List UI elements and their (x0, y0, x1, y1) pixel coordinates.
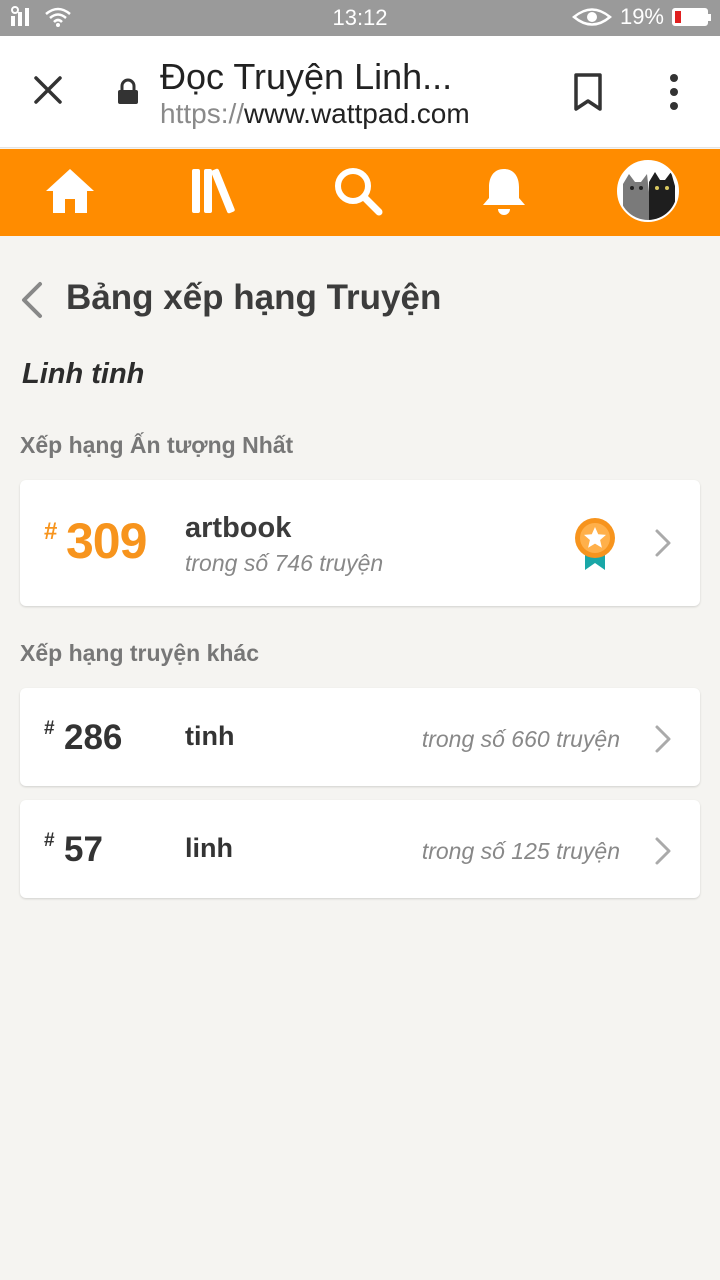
page-header: Bảng xếp hạng Truyện (0, 270, 720, 330)
featured-section-label: Xếp hạng Ấn tượng Nhất (20, 432, 294, 458)
award-ribbon-icon (575, 518, 615, 570)
lock-icon (118, 78, 138, 104)
rank-total: trong số 125 truyện (421, 838, 620, 864)
nav-notifications[interactable] (472, 161, 536, 221)
category-title: Linh tinh (22, 358, 145, 390)
tag-name: tinh (185, 721, 235, 751)
home-icon (46, 169, 94, 213)
rank-number: 309 (66, 513, 147, 569)
browser-toolbar: Đọc Truyện Linh... https://www.wattpad.c… (0, 36, 720, 148)
eye-comfort-icon (571, 8, 612, 26)
app-nav-bar (0, 149, 720, 236)
back-chevron-icon[interactable] (18, 280, 46, 320)
nav-home[interactable] (38, 161, 102, 221)
rank-hash: # (44, 518, 58, 545)
library-icon (192, 168, 235, 214)
nav-library[interactable] (182, 161, 246, 221)
status-bar: 13:12 19% (0, 0, 720, 36)
battery-percent: 19% (619, 4, 664, 29)
nav-search[interactable] (326, 161, 390, 221)
chevron-right-icon (655, 837, 671, 865)
other-section-label: Xếp hạng truyện khác (20, 640, 260, 666)
rank-hash: # (44, 718, 55, 739)
rank-number: 286 (64, 718, 123, 757)
rank-card[interactable]: # 286 tinh trong số 660 truyện (20, 688, 700, 786)
rank-total: trong số 660 truyện (421, 726, 620, 752)
page-title-bar: Đọc Truyện Linh... (160, 56, 453, 97)
featured-rank-card[interactable]: # 309 artbook trong số 746 truyện (20, 480, 700, 606)
url-scheme: https:// (160, 98, 245, 129)
profile-avatar (617, 160, 679, 222)
url-host: www.wattpad.com (244, 98, 470, 129)
more-vert-icon[interactable] (664, 72, 684, 112)
url-text[interactable]: https://www.wattpad.com (160, 98, 470, 130)
bookmark-icon[interactable] (570, 72, 606, 112)
rank-hash: # (44, 830, 55, 851)
avatar-image (619, 162, 677, 220)
chevron-right-icon (655, 725, 671, 753)
tag-name: linh (185, 833, 233, 863)
battery-icon (672, 8, 711, 26)
rank-card[interactable]: # 57 linh trong số 125 truyện (20, 800, 700, 898)
rank-total: trong số 746 truyện (185, 550, 384, 576)
page-title: Bảng xếp hạng Truyện (66, 278, 442, 317)
battery-fill (675, 11, 681, 23)
close-icon[interactable] (28, 70, 68, 110)
search-icon (335, 168, 383, 216)
status-right: 19% (571, 4, 711, 30)
rank-number: 57 (64, 830, 103, 869)
chevron-right-icon (655, 529, 671, 557)
nav-profile[interactable] (616, 160, 680, 222)
notifications-icon (483, 169, 525, 215)
tag-name: artbook (185, 512, 292, 544)
